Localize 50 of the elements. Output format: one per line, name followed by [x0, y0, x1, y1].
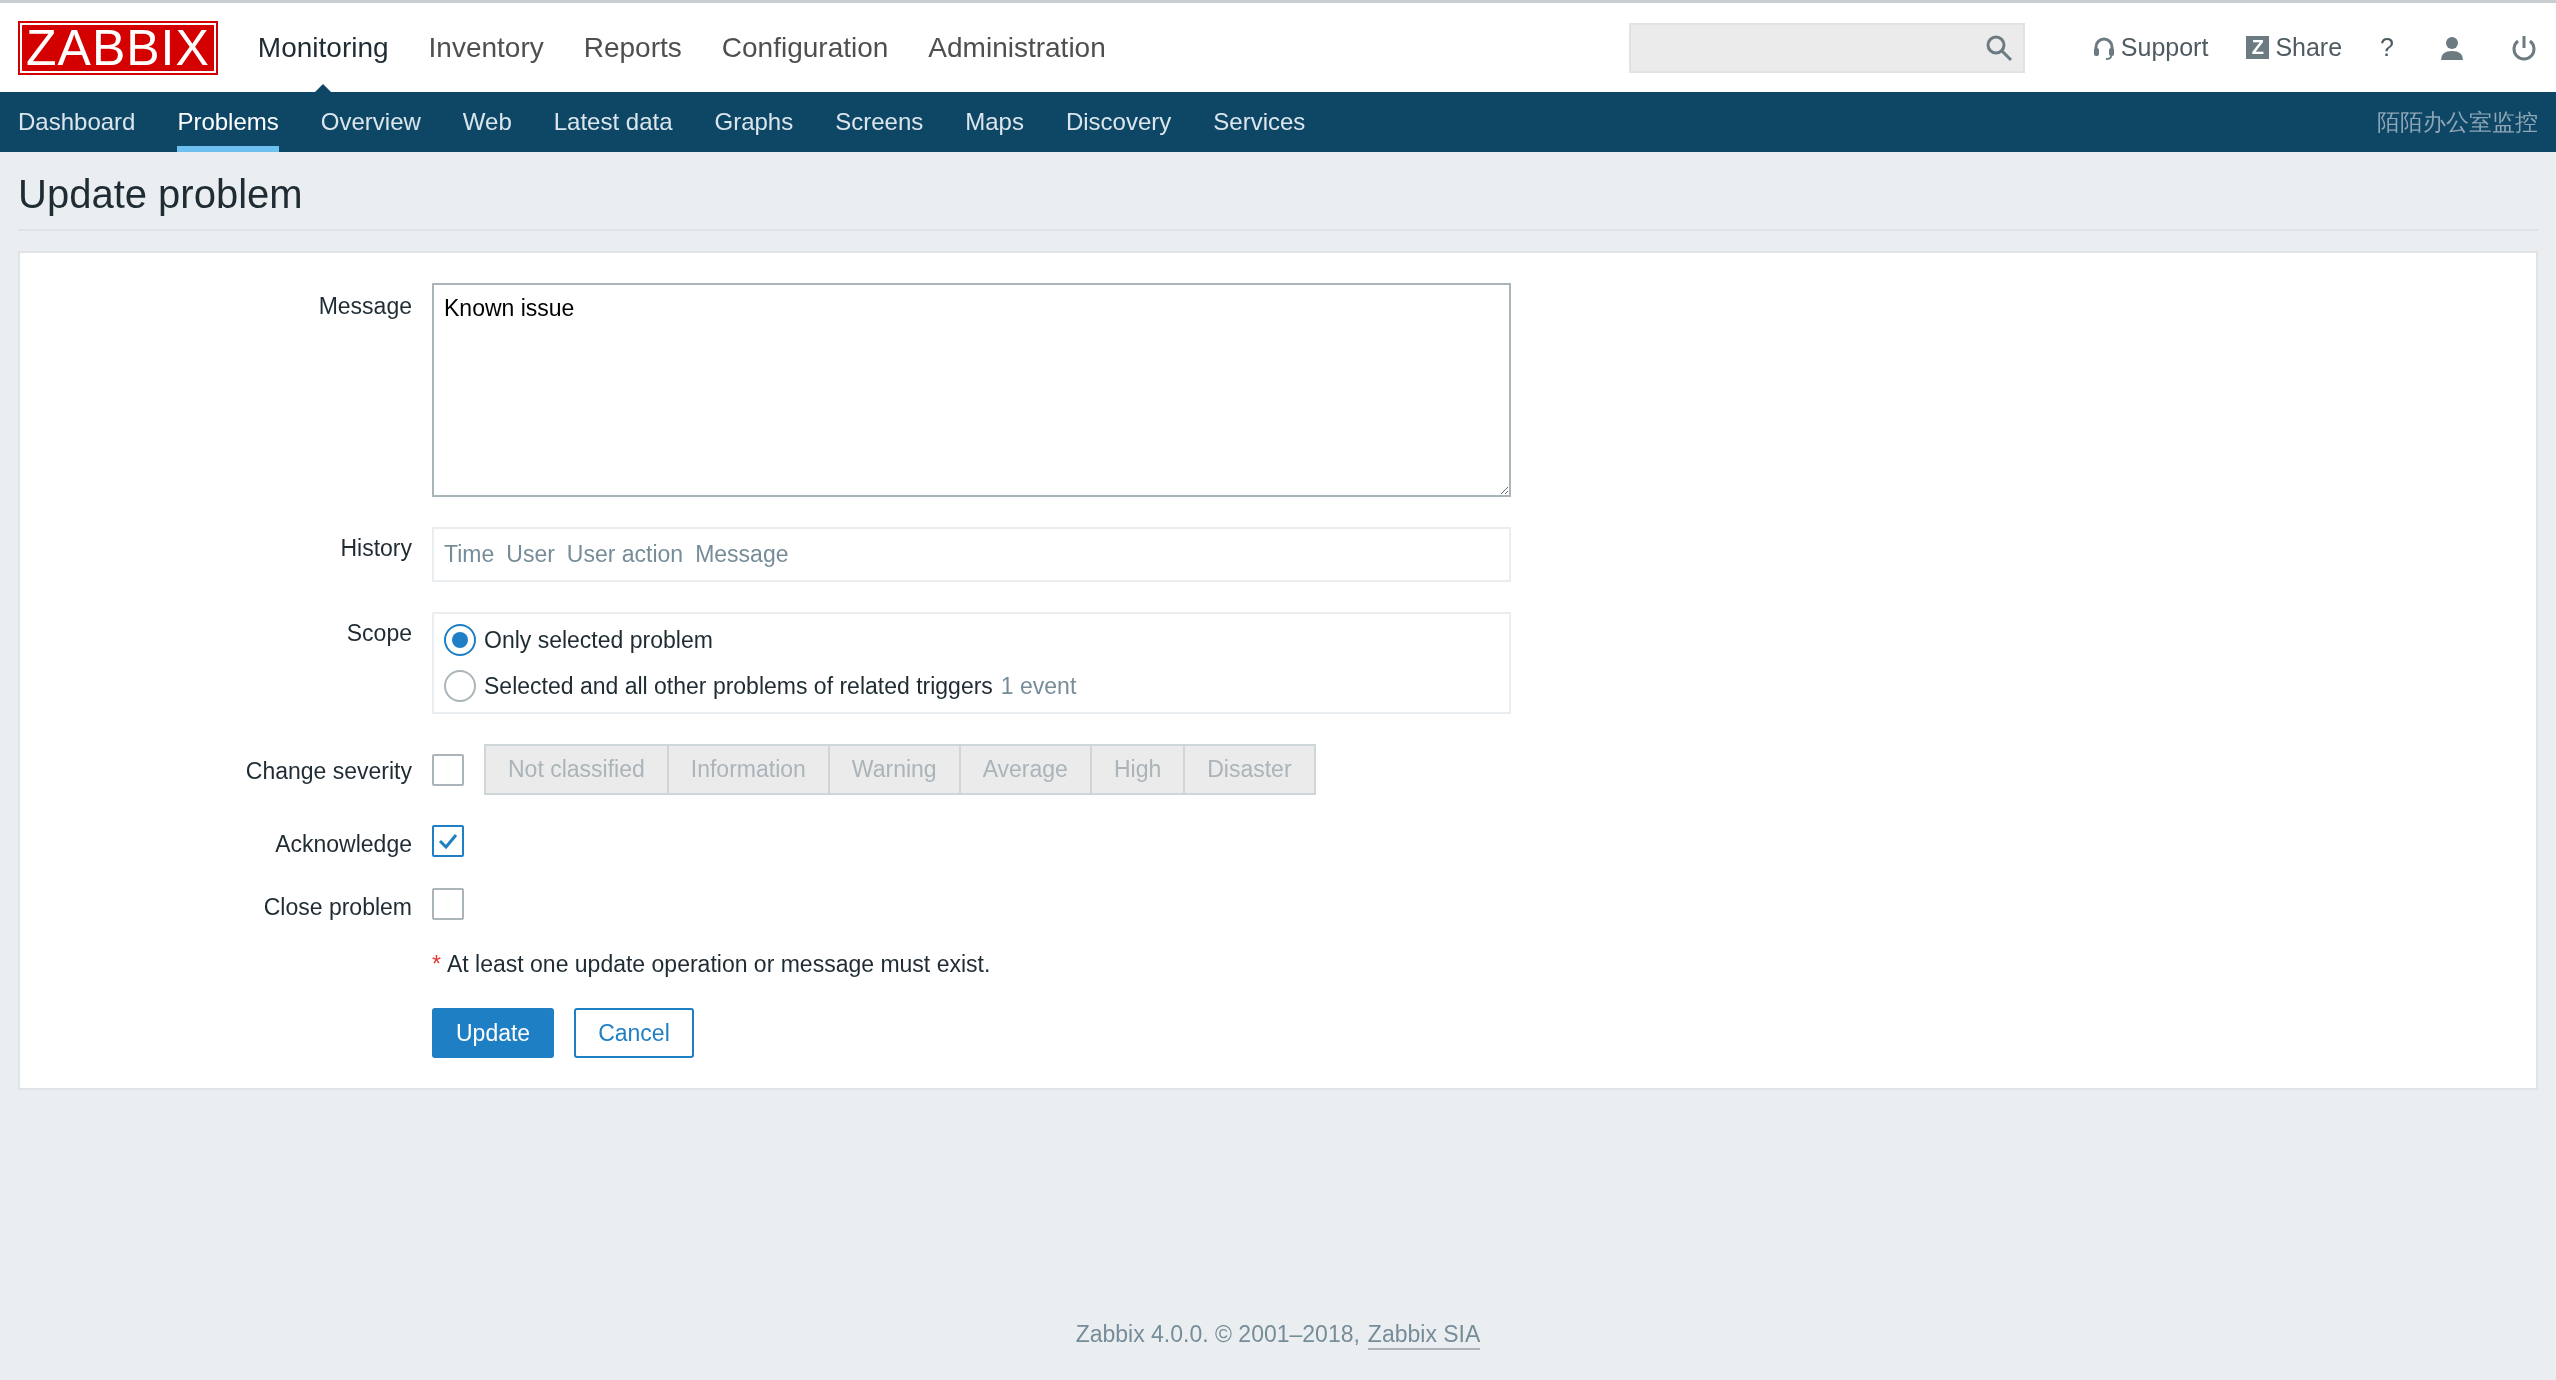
field-label: Scope: [346, 619, 412, 647]
required-hint: * At least one update operation or message must exist.: [432, 951, 992, 978]
main-menu-item[interactable]: Reports: [583, 31, 682, 64]
sub-menu-item[interactable]: Graphs: [714, 92, 794, 152]
main-menu-item[interactable]: Administration: [928, 31, 1106, 64]
radio-button[interactable]: [444, 624, 476, 656]
sub-menu-item[interactable]: Screens: [835, 92, 924, 152]
copyright-text: Zabbix 4.0.0. © 2001–2018,: [1075, 1321, 1360, 1349]
field-label: Acknowledge: [275, 830, 412, 858]
sub-menu-item[interactable]: Web: [462, 92, 512, 152]
radio-button[interactable]: [444, 670, 476, 702]
server-name: 陌陌办公室监控: [2377, 107, 2538, 137]
checkbox[interactable]: [432, 825, 464, 857]
sub-menu-item[interactable]: Problems: [177, 92, 279, 152]
sub-menu-item[interactable]: Services: [1213, 92, 1306, 152]
page-title: Update problem: [18, 172, 2538, 231]
column-header: User: [506, 541, 555, 568]
column-header: Time: [444, 541, 495, 568]
sub-menu-item[interactable]: Dashboard: [18, 92, 136, 152]
support-link[interactable]: Support: [2092, 33, 2209, 62]
help-link[interactable]: ?: [2380, 33, 2394, 62]
radio-label: Selected and all other problems of related triggers: [484, 672, 993, 700]
checkbox[interactable]: [432, 888, 464, 920]
search-icon[interactable]: [1984, 33, 2013, 62]
cancel-button[interactable]: Cancel: [574, 1008, 694, 1058]
zabbix-logo[interactable]: ZABBIX: [18, 20, 218, 75]
headset-icon: [2092, 35, 2115, 60]
sub-menu-item[interactable]: Discovery: [1065, 92, 1172, 152]
share-logo-icon: Z: [2246, 36, 2270, 59]
sub-menu-item[interactable]: Latest data: [553, 92, 673, 152]
power-icon[interactable]: [2510, 33, 2538, 62]
sub-menu-item[interactable]: Overview: [320, 92, 421, 152]
support-label: Support: [2120, 33, 2209, 62]
field-label: Close problem: [263, 893, 412, 921]
field-label: Change severity: [245, 757, 412, 785]
checkmark-icon: [438, 833, 458, 849]
event-count: 1 event: [1000, 672, 1077, 700]
message-field[interactable]: Known issue: [432, 283, 1511, 497]
field-label: Message: [318, 292, 412, 320]
column-header: User action: [566, 541, 684, 568]
column-header: Message: [695, 541, 789, 568]
field-label: History: [340, 534, 412, 562]
update-button[interactable]: Update: [432, 1008, 555, 1058]
main-menu-item[interactable]: Configuration: [721, 31, 889, 64]
share-link[interactable]: Z Share: [2246, 33, 2343, 62]
main-menu-item[interactable]: Inventory: [428, 31, 544, 64]
sub-menu-item[interactable]: Maps: [965, 92, 1024, 152]
radio-label: Only selected problem: [484, 626, 713, 654]
share-label: Share: [2275, 33, 2343, 62]
search-field[interactable]: [1628, 22, 2025, 73]
